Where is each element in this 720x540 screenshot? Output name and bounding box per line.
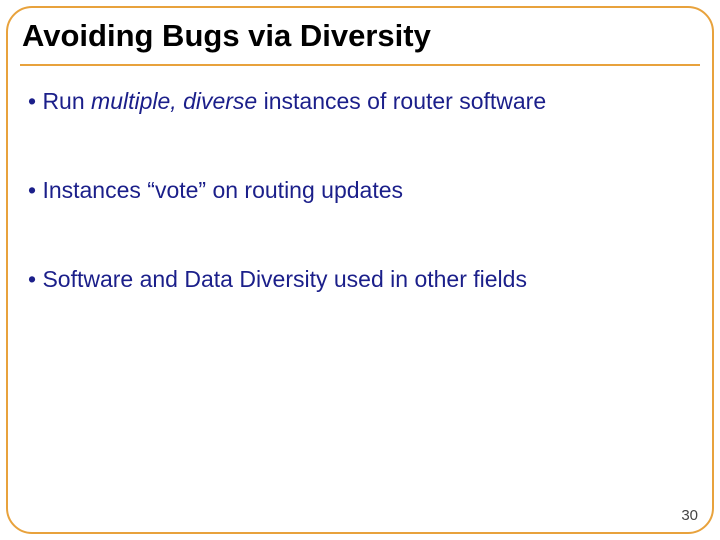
bullet-3-text: • Software and Data Diversity used in ot…: [28, 266, 527, 292]
bullet-1-emphasis: multiple, diverse: [91, 88, 257, 114]
slide: Avoiding Bugs via Diversity • Run multip…: [0, 0, 720, 540]
bullet-2-text: • Instances “vote” on routing updates: [28, 177, 403, 203]
slide-title: Avoiding Bugs via Diversity: [20, 12, 700, 60]
bullet-1-prefix: • Run: [28, 88, 91, 114]
title-area: Avoiding Bugs via Diversity: [20, 12, 700, 66]
page-number: 30: [681, 507, 698, 524]
bullet-item-2: • Instances “vote” on routing updates: [28, 175, 692, 206]
title-underline: [20, 64, 700, 66]
bullet-item-1: • Run multiple, diverse instances of rou…: [28, 86, 692, 117]
slide-body: • Run multiple, diverse instances of rou…: [28, 86, 692, 295]
bullet-item-3: • Software and Data Diversity used in ot…: [28, 264, 692, 295]
bullet-1-suffix: instances of router software: [257, 88, 546, 114]
